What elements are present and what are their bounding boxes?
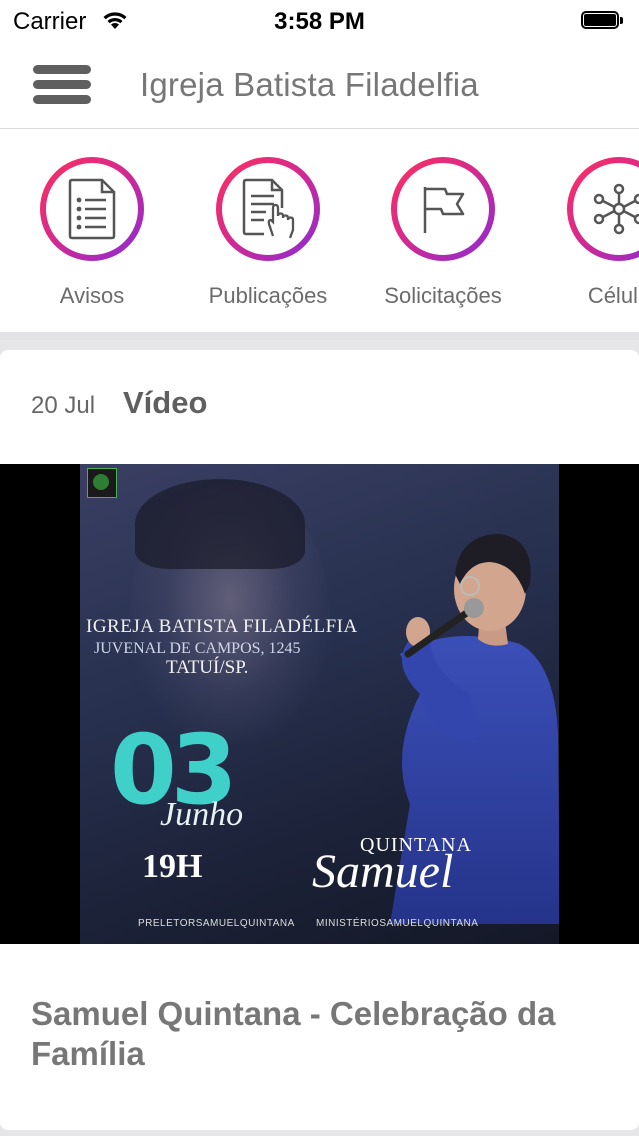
card-date: 20 Jul: [31, 392, 96, 419]
poster-time: 19H: [142, 848, 203, 885]
status-bar: Carrier 3:58 PM: [0, 0, 639, 42]
poster-church-name: IGREJA BATISTA FILADÉLFIA: [86, 616, 358, 637]
shortcut-celula[interactable]: Célula: [531, 157, 639, 317]
poster-month: Junho: [160, 796, 244, 833]
document-list-icon: [68, 178, 116, 240]
battery-icon: [581, 11, 625, 31]
page-title: Igreja Batista Filadelfia: [140, 66, 479, 103]
shortcut-publicacoes[interactable]: Publicações: [180, 157, 356, 317]
shortcut-label: Solicitações: [384, 283, 502, 308]
feed-card[interactable]: 20 Jul Vídeo IGREJA BATISTA FILADÉLFIA J…: [0, 350, 639, 1130]
event-poster: IGREJA BATISTA FILADÉLFIA JUVENAL DE CAM…: [80, 464, 559, 944]
poster-facebook-handle: PRELETORSAMUELQUINTANA: [138, 918, 295, 929]
navigation-bar: Igreja Batista Filadelfia: [0, 42, 639, 129]
section-divider: [0, 332, 639, 340]
card-type: Vídeo: [123, 385, 208, 420]
flag-icon: [423, 187, 465, 233]
shortcut-label: Publicações: [208, 283, 328, 308]
shortcut-label: Avisos: [59, 283, 125, 308]
hamburger-menu-icon[interactable]: [33, 63, 91, 107]
card-title[interactable]: Samuel Quintana - Celebração da Família: [31, 994, 591, 1074]
document-touch-icon: [242, 178, 295, 239]
poster-youtube-handle: MINISTÉRIOSAMUELQUINTANA: [316, 918, 479, 929]
poster-address: JUVENAL DE CAMPOS, 1245: [94, 640, 301, 657]
church-logo: [87, 468, 117, 498]
status-time: 3:58 PM: [274, 8, 365, 35]
shortcut-label: Célula: [587, 283, 639, 308]
video-thumbnail[interactable]: IGREJA BATISTA FILADÉLFIA JUVENAL DE CAM…: [0, 464, 639, 944]
shortcut-solicitacoes[interactable]: Solicitações: [355, 157, 531, 317]
shortcut-avisos[interactable]: Avisos: [4, 157, 180, 317]
shortcut-carousel[interactable]: Avisos Publicações Solicitações Célul: [0, 129, 639, 332]
poster-signature-main: Samuel: [312, 845, 454, 898]
poster-city: TATUÍ/SP.: [166, 657, 249, 678]
network-icon: [593, 183, 639, 235]
